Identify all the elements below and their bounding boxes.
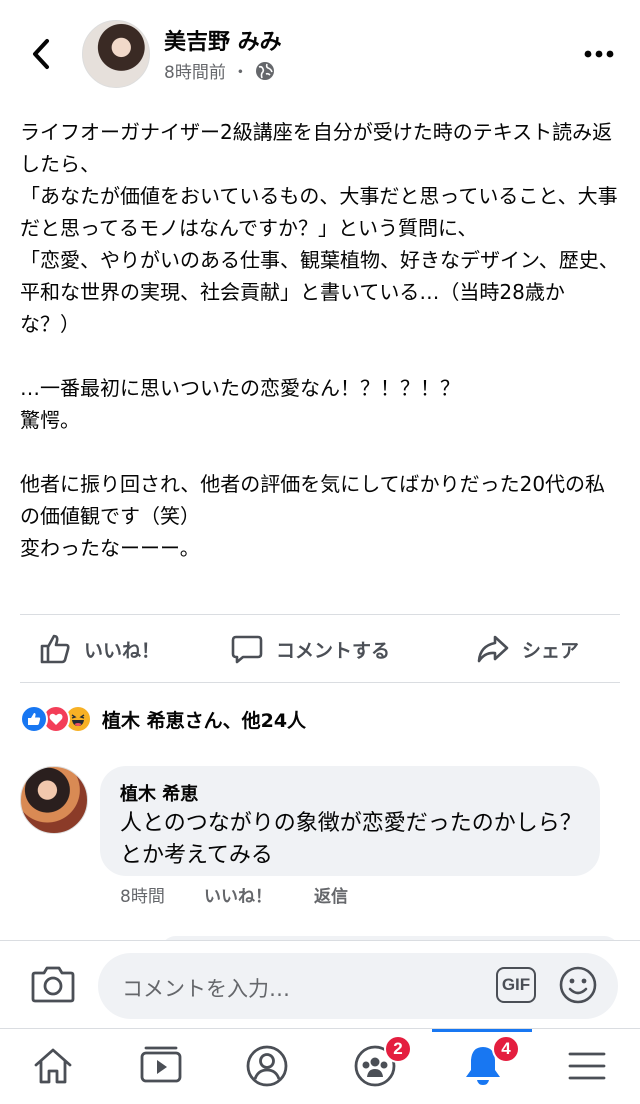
- like-button[interactable]: いいね！: [38, 616, 160, 682]
- comment-bubble: 植木 希恵 人とのつながりの象徴が恋愛だったのかしら？とか考えてみる: [100, 766, 600, 876]
- globe-icon: [255, 61, 274, 80]
- hamburger-menu-icon: [568, 1052, 606, 1080]
- comment-like-link[interactable]: いいね！: [204, 882, 314, 907]
- notifications-badge: 4: [492, 1035, 520, 1063]
- post-body-text: ライフオーガナイザー2級講座を自分が受けた時のテキスト読み返したら、 「あなたが…: [20, 120, 619, 560]
- nav-home[interactable]: [28, 1041, 78, 1091]
- comment-text: 人とのつながりの象徴が恋愛だったのかしら？とか考えてみる: [120, 811, 582, 868]
- chevron-left-icon: [33, 39, 49, 69]
- thumbs-up-icon: [40, 634, 70, 664]
- author-avatar[interactable]: [82, 20, 150, 88]
- emoji-icon[interactable]: [558, 965, 598, 1005]
- camera-icon[interactable]: [30, 963, 76, 1005]
- post-action-bar: いいね！ コメントする シェア: [0, 616, 640, 682]
- comment-button[interactable]: コメントする: [230, 616, 390, 682]
- comment-label: コメントする: [276, 639, 391, 662]
- nav-groups[interactable]: 2: [350, 1035, 412, 1091]
- more-dots-icon: [584, 50, 614, 58]
- post-header: 美吉野 みみ 8時間前 ・: [0, 0, 640, 104]
- back-button[interactable]: [24, 34, 58, 74]
- reactions-summary-text: 植木 希恵さん、他24人: [102, 709, 307, 732]
- nav-profile[interactable]: [242, 1041, 292, 1091]
- commenter-avatar[interactable]: [20, 766, 88, 834]
- comment-input[interactable]: コメントを入力… GIF: [98, 953, 618, 1019]
- comment-meta: 8時間 いいね！ 返信: [120, 882, 348, 907]
- author-name[interactable]: 美吉野 みみ: [164, 24, 282, 56]
- nav-watch[interactable]: [136, 1041, 186, 1091]
- home-icon: [34, 1048, 72, 1084]
- gif-button[interactable]: GIF: [496, 967, 536, 1003]
- comment-time: 8時間: [120, 886, 165, 907]
- nav-notifications[interactable]: 4: [458, 1035, 520, 1091]
- comment-input-placeholder: コメントを入力…: [122, 977, 290, 1001]
- video-play-icon: [140, 1046, 182, 1083]
- comment-composer: コメントを入力… GIF: [0, 940, 640, 1028]
- divider: [20, 614, 620, 615]
- share-label: シェア: [522, 639, 580, 662]
- share-arrow-icon: [477, 635, 509, 663]
- groups-badge: 2: [384, 1035, 412, 1063]
- post-time[interactable]: 8時間前: [164, 58, 226, 83]
- more-options-button[interactable]: [582, 44, 616, 64]
- divider: [20, 682, 620, 683]
- nav-menu[interactable]: [562, 1041, 612, 1091]
- commenter-name[interactable]: 植木 希恵: [120, 780, 198, 806]
- comment-bubble-icon: [231, 635, 263, 664]
- meta-separator: ・: [231, 63, 249, 83]
- bottom-nav-bar: 2 4: [0, 1028, 640, 1104]
- active-tab-indicator: [432, 1029, 532, 1032]
- reactions-summary[interactable]: 植木 希恵さん、他24人: [20, 702, 306, 736]
- like-label: いいね！: [84, 639, 161, 662]
- share-button[interactable]: シェア: [476, 616, 579, 682]
- profile-icon: [246, 1045, 288, 1087]
- like-reaction-icon: [20, 705, 48, 733]
- comment-reply-link[interactable]: 返信: [314, 882, 348, 907]
- post-meta: 8時間前 ・: [164, 58, 275, 83]
